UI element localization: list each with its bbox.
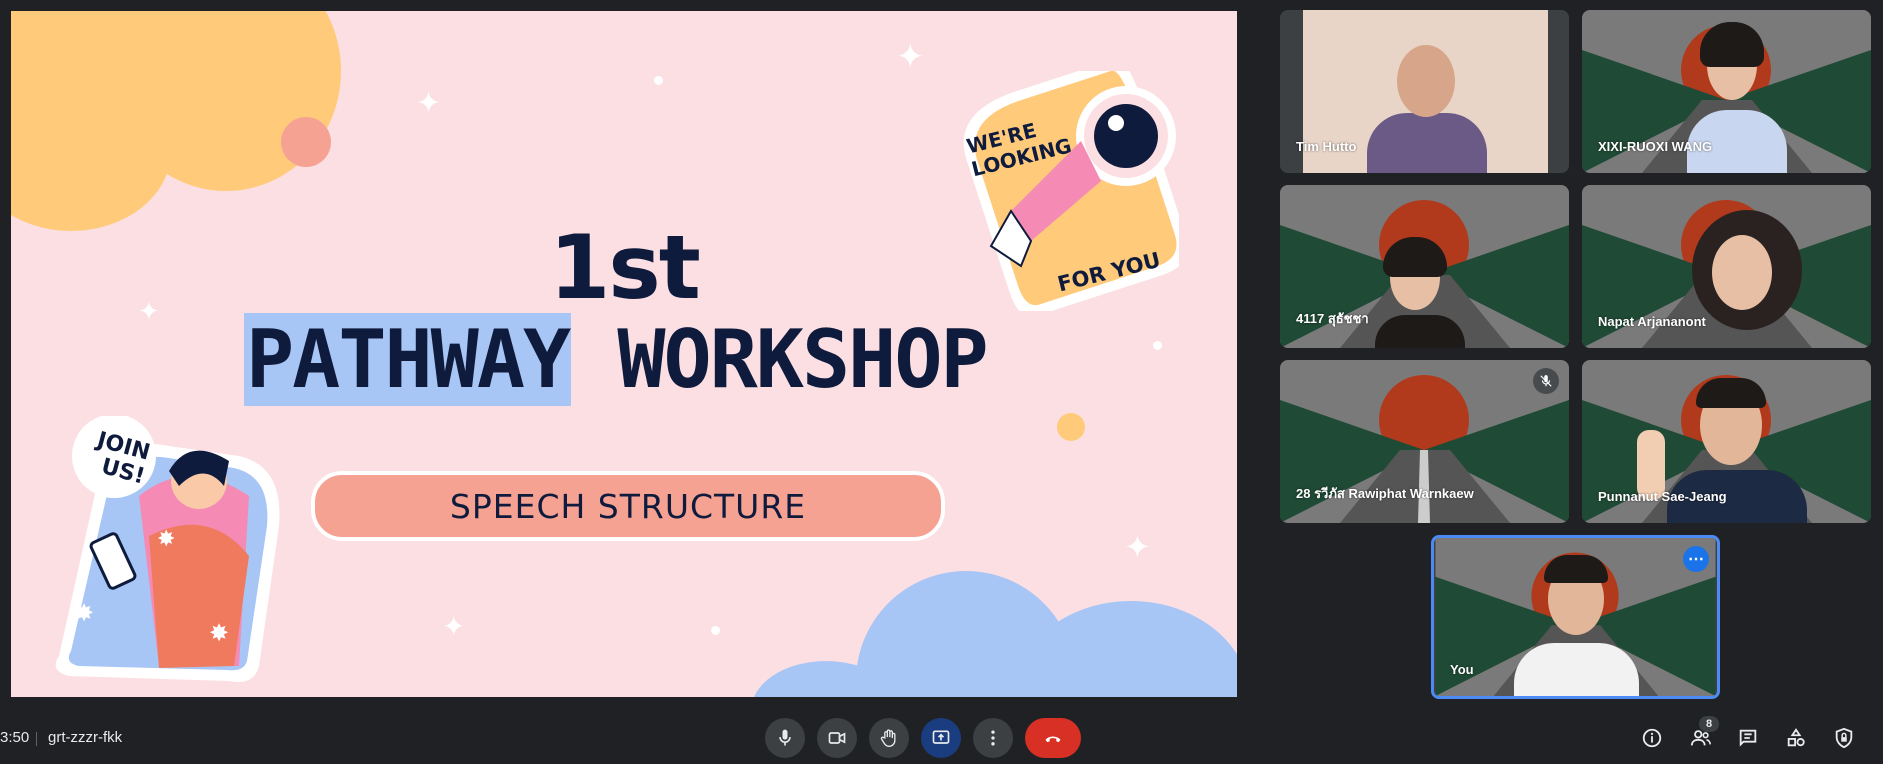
participant-tile[interactable]: Tim Hutto (1280, 10, 1569, 173)
slide-title-line2: PATHWAY WORKSHOP (244, 313, 989, 406)
participant-name: Tim Hutto (1296, 139, 1357, 154)
dot (711, 626, 720, 635)
participant-name: 4117 สุธัชชา (1296, 311, 1369, 326)
svg-text:✸: ✸ (209, 620, 229, 647)
microphone-icon (779, 729, 791, 746)
meeting-controls-bar: 3:50 grt-zzzr-fkk 8 (0, 712, 1883, 764)
end-call-icon (1045, 736, 1061, 743)
participant-tile[interactable]: XIXI-RUOXI WANG (1582, 10, 1871, 173)
sparkle-icon: ✦ (442, 610, 466, 643)
chat-button[interactable] (1730, 720, 1766, 756)
join-us-sticker: JOIN US! ✸ ✸ ✸ (55, 416, 280, 682)
participant-name: Punnanut Sae-Jeang (1598, 489, 1727, 504)
camera-button[interactable] (817, 718, 857, 758)
participant-tile[interactable]: 4117 สุธัชชา (1280, 185, 1569, 348)
slide-subtitle: SPEECH STRUCTURE (449, 486, 807, 526)
title-word: WORKSHOP (617, 313, 988, 406)
activities-button[interactable] (1778, 720, 1814, 756)
camera-icon (828, 732, 846, 744)
raise-hand-button[interactable] (869, 718, 909, 758)
meeting-clock: 3:50 (0, 729, 30, 746)
activities-icon (1787, 728, 1805, 747)
info-icon (1642, 728, 1662, 748)
divider (36, 732, 37, 746)
highlighted-word: PATHWAY (244, 313, 571, 406)
raise-hand-icon (880, 729, 896, 748)
participant-name: 28 รวีภัส Rawiphat Warnkaew (1296, 486, 1474, 501)
meeting-code: grt-zzzr-fkk (48, 729, 123, 746)
chat-icon (1739, 729, 1757, 747)
more-options-icon[interactable]: ⋯ (1683, 546, 1709, 572)
self-view-tile[interactable]: ⋯ You (1431, 535, 1720, 699)
sparkle-icon: ✦ (896, 37, 925, 77)
svg-text:✸: ✸ (74, 600, 94, 627)
participant-name: Napat Arjananont (1598, 314, 1706, 329)
more-options-icon (991, 730, 995, 746)
video-feed (1434, 538, 1717, 696)
salmon-dot (281, 117, 331, 167)
svg-text:✸: ✸ (157, 526, 175, 551)
dot (654, 76, 663, 85)
host-controls-icon (1835, 727, 1853, 749)
participant-tile[interactable]: 28 รวีภัส Rawiphat Warnkaew (1280, 360, 1569, 523)
host-controls-button[interactable] (1826, 720, 1862, 756)
mic-off-icon (1533, 368, 1559, 394)
slide-subtitle-pill: SPEECH STRUCTURE (311, 471, 945, 541)
presentation-slide: ✦ ✦ ✦ ✦ ✦ 1st PATHWAY WORKSHOP SPEECH ST… (11, 11, 1237, 697)
more-options-button[interactable] (973, 718, 1013, 758)
sparkle-icon: ✦ (416, 86, 442, 121)
participant-name: You (1450, 662, 1474, 677)
yellow-dot (1057, 413, 1085, 441)
participant-name: XIXI-RUOXI WANG (1598, 139, 1713, 154)
dot (1153, 341, 1162, 350)
meeting-details-button[interactable] (1634, 720, 1670, 756)
participant-count-badge: 8 (1699, 716, 1719, 732)
participant-tile[interactable]: Napat Arjananont (1582, 185, 1871, 348)
present-screen-icon (932, 730, 950, 744)
telescope-sticker: WE'RE LOOKING FOR YOU (963, 71, 1179, 311)
present-screen-button[interactable] (921, 718, 961, 758)
sparkle-icon: ✦ (1124, 528, 1151, 566)
microphone-button[interactable] (765, 718, 805, 758)
participant-tile[interactable]: Punnanut Sae-Jeang (1582, 360, 1871, 523)
end-call-button[interactable] (1025, 718, 1081, 758)
